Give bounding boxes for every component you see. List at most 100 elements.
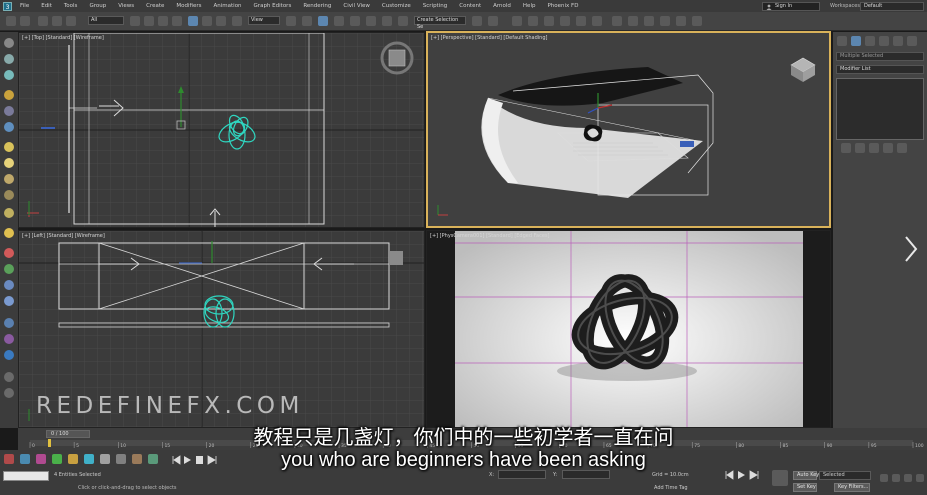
fluid-tool-icon[interactable]: [4, 334, 14, 344]
rendered-frame-window-icon[interactable]: [628, 16, 638, 26]
skylight-icon[interactable]: [4, 208, 14, 218]
align-icon[interactable]: [488, 16, 498, 26]
remove-modifier-icon[interactable]: [883, 143, 893, 153]
pin-stack-icon[interactable]: [841, 143, 851, 153]
named-selection-set-dropdown[interactable]: Create Selection Se: [414, 16, 466, 30]
modifier-tool-icon[interactable]: [4, 280, 14, 290]
shape-tool-icon[interactable]: [4, 264, 14, 274]
edit-named-selection-icon[interactable]: [398, 16, 408, 26]
select-scale-icon[interactable]: [216, 16, 226, 26]
sign-in-button[interactable]: Sign In: [762, 2, 820, 11]
hierarchy-tab-icon[interactable]: [865, 36, 875, 46]
menu-item-scripting[interactable]: Scripting: [417, 0, 453, 12]
percent-snap-icon[interactable]: [366, 16, 376, 26]
next-chevron-icon[interactable]: [899, 232, 923, 266]
rectangular-selection-icon[interactable]: [158, 16, 168, 26]
sun-light-icon[interactable]: [4, 142, 14, 152]
proxy-tool-icon[interactable]: [4, 296, 14, 306]
area-light-icon[interactable]: [4, 190, 14, 200]
menu-item-create[interactable]: Create: [140, 0, 170, 12]
camera-tool-icon[interactable]: [4, 54, 14, 64]
link-icon[interactable]: [38, 16, 48, 26]
menu-item-arnold[interactable]: Arnold: [487, 0, 517, 12]
helper-tool-icon[interactable]: [4, 106, 14, 116]
geometry-tool-icon[interactable]: [4, 122, 14, 132]
modifier-list-dropdown[interactable]: Modifier List: [836, 65, 924, 74]
menu-item-tools[interactable]: Tools: [58, 0, 84, 12]
menu-item-help[interactable]: Help: [517, 0, 542, 12]
zoom-extents-icon[interactable]: [904, 474, 912, 482]
menu-item-animation[interactable]: Animation: [208, 0, 248, 12]
viewport-camera-label[interactable]: [+] [PhysCamera001] [Standard] [Edged Fa…: [430, 233, 549, 239]
set-key-plus-icon[interactable]: [772, 470, 788, 486]
viewport-camera[interactable]: [+] [PhysCamera001] [Standard] [Edged Fa…: [426, 230, 831, 428]
scene-tool-icon[interactable]: [4, 70, 14, 80]
curve-editor-icon[interactable]: [560, 16, 570, 26]
modify-tab-icon[interactable]: [851, 36, 861, 46]
redo-icon[interactable]: [20, 16, 30, 26]
snaps-toggle-icon[interactable]: [334, 16, 344, 26]
extra-tool-2-icon[interactable]: [4, 388, 14, 398]
menu-item-edit[interactable]: Edit: [35, 0, 58, 12]
key-filters-button[interactable]: Key Filters...: [834, 483, 870, 492]
viewport-left-label[interactable]: [+] [Left] [Standard] [Wireframe]: [22, 233, 105, 239]
object-name-field[interactable]: Multiple Selected: [836, 52, 924, 61]
menu-item-rendering[interactable]: Rendering: [297, 0, 337, 12]
menu-item-views[interactable]: Views: [112, 0, 140, 12]
omni-light-icon[interactable]: [4, 158, 14, 168]
render-production-icon[interactable]: [644, 16, 654, 26]
selected-dropdown[interactable]: Selected: [819, 471, 871, 480]
selection-filter-dropdown[interactable]: All: [88, 16, 124, 25]
show-end-result-icon[interactable]: [855, 143, 865, 153]
toggle-scene-explorer-icon[interactable]: [512, 16, 522, 26]
select-place-icon[interactable]: [232, 16, 242, 26]
unlink-icon[interactable]: [52, 16, 62, 26]
viewport-top-label[interactable]: [+] [Top] [Standard] [Wireframe]: [22, 35, 104, 41]
extra-tool-icon[interactable]: [4, 372, 14, 382]
undo-icon[interactable]: [6, 16, 16, 26]
viewport-top[interactable]: [+] [Top] [Standard] [Wireframe]: [18, 32, 425, 228]
reference-coordinate-dropdown[interactable]: View: [248, 16, 280, 25]
spinner-snap-icon[interactable]: [382, 16, 392, 26]
menu-item-customize[interactable]: Customize: [376, 0, 417, 12]
bind-spacewarp-icon[interactable]: [66, 16, 76, 26]
select-object-icon[interactable]: [130, 16, 140, 26]
select-rotate-icon[interactable]: [202, 16, 212, 26]
render-iterative-icon[interactable]: [660, 16, 670, 26]
keyboard-shortcut-toggle-icon[interactable]: [318, 16, 328, 26]
maxscript-mini-listener[interactable]: [3, 471, 49, 481]
schematic-view-icon[interactable]: [576, 16, 586, 26]
zoom-icon[interactable]: [880, 474, 888, 482]
toggle-ribbon-icon[interactable]: [544, 16, 554, 26]
select-move-icon[interactable]: [188, 16, 198, 26]
window-crossing-icon[interactable]: [172, 16, 182, 26]
menu-item-graph-editors[interactable]: Graph Editors: [248, 0, 298, 12]
viewport-tool-icon[interactable]: [4, 38, 14, 48]
arnold-render-icon[interactable]: [692, 16, 702, 26]
viewport-perspective[interactable]: [+] [Perspective] [Standard] [Default Sh…: [426, 31, 831, 228]
auto-key-button[interactable]: Auto Key: [793, 471, 819, 480]
make-unique-icon[interactable]: [869, 143, 879, 153]
viewport-perspective-label[interactable]: [+] [Perspective] [Standard] [Default Sh…: [431, 35, 547, 41]
render-setup-icon[interactable]: [612, 16, 622, 26]
workspaces-dropdown[interactable]: Default: [860, 2, 924, 11]
zoom-all-icon[interactable]: [892, 474, 900, 482]
dome-light-icon[interactable]: [4, 228, 14, 238]
select-manipulate-icon[interactable]: [302, 16, 312, 26]
select-by-name-icon[interactable]: [144, 16, 154, 26]
render-in-cloud-icon[interactable]: [676, 16, 686, 26]
menu-item-phoenix-fd[interactable]: Phoenix FD: [541, 0, 584, 12]
material-editor-icon[interactable]: [592, 16, 602, 26]
system-tool-icon[interactable]: [4, 350, 14, 360]
toggle-layer-explorer-icon[interactable]: [528, 16, 538, 26]
angle-snap-icon[interactable]: [350, 16, 360, 26]
add-time-tag[interactable]: Add Time Tag: [654, 485, 688, 491]
mirror-icon[interactable]: [472, 16, 482, 26]
motion-tab-icon[interactable]: [879, 36, 889, 46]
field-of-view-icon[interactable]: [916, 474, 924, 482]
menu-item-group[interactable]: Group: [83, 0, 112, 12]
app-logo-icon[interactable]: 3: [0, 0, 14, 12]
create-tab-icon[interactable]: [837, 36, 847, 46]
set-key-button[interactable]: Set Key: [793, 483, 817, 492]
spot-light-icon[interactable]: [4, 174, 14, 184]
